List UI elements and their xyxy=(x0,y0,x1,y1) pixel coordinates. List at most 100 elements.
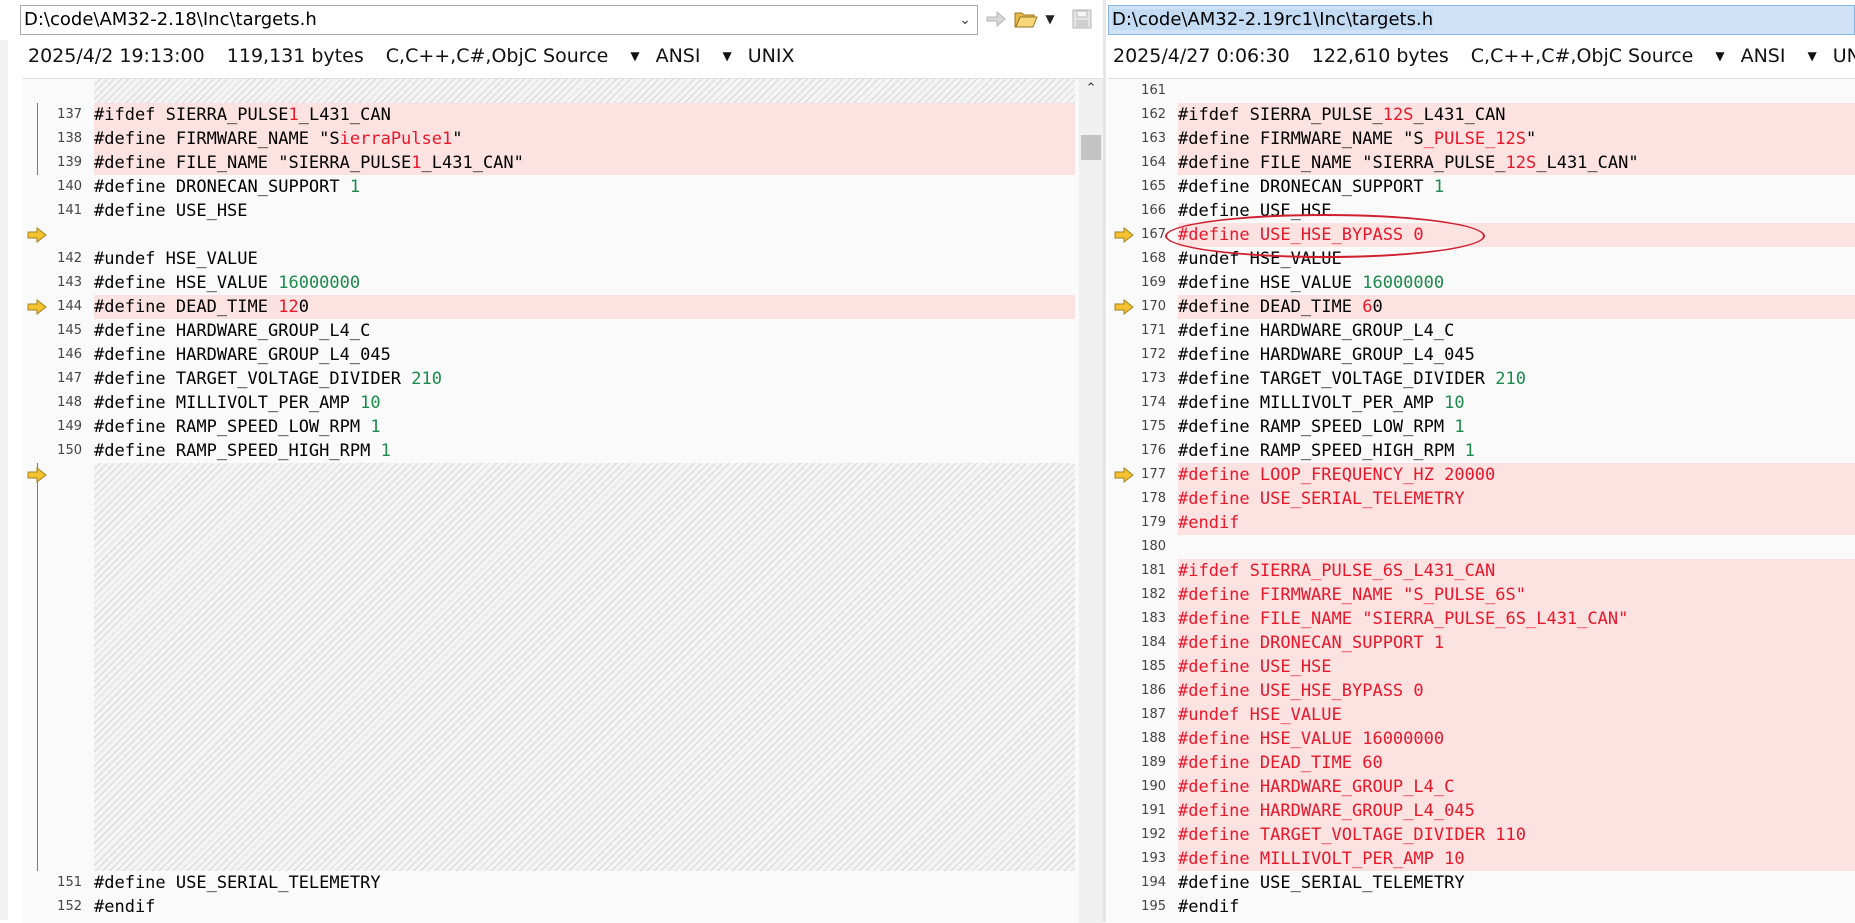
right-file-date: 2025/4/27 0:06:30 xyxy=(1113,45,1290,67)
code-line[interactable]: 164 #define FILE_NAME "SIERRA_PULSE_12S_L… xyxy=(1108,151,1855,175)
line-number: 191 xyxy=(1141,803,1166,818)
code-line[interactable]: 191 #define HARDWARE_GROUP_L4_045 xyxy=(1108,799,1855,823)
diff-arrow-icon[interactable] xyxy=(27,226,47,244)
code-line[interactable]: 174 #define MILLIVOLT_PER_AMP 10 xyxy=(1108,391,1855,415)
code-line[interactable]: 144 #define DEAD_TIME 120 xyxy=(22,295,1103,319)
code-line[interactable]: 162 #ifdef SIERRA_PULSE_12S_L431_CAN xyxy=(1108,103,1855,127)
line-number: 171 xyxy=(1141,323,1166,338)
code-line[interactable]: 194 #define USE_SERIAL_TELEMETRY xyxy=(1108,871,1855,895)
code-line[interactable]: 151 #define USE_SERIAL_TELEMETRY xyxy=(22,871,1103,895)
code-line[interactable]: 145 #define HARDWARE_GROUP_L4_C xyxy=(22,319,1103,343)
left-file-language[interactable]: C,C++,C#,ObjC Source xyxy=(386,45,609,67)
diff-arrow-icon[interactable] xyxy=(1114,298,1134,316)
code-line[interactable]: 177 #define LOOP_FREQUENCY_HZ 20000 xyxy=(1108,463,1855,487)
chevron-down-icon[interactable]: ▼ xyxy=(1715,49,1724,63)
code-line[interactable]: 180 xyxy=(1108,535,1855,559)
code-segment: #define HSE_VALUE xyxy=(1178,273,1363,293)
code-line[interactable]: 143 #define HSE_VALUE 16000000 xyxy=(22,271,1103,295)
open-folder-icon[interactable] xyxy=(1013,6,1039,32)
code-line[interactable]: 179 #endif xyxy=(1108,511,1855,535)
code-segment: #define FIRMWARE_NAME "S xyxy=(94,129,340,149)
code-line[interactable]: 138 #define FIRMWARE_NAME "SierraPulse1" xyxy=(22,127,1103,151)
code-line[interactable]: 152 #endif xyxy=(22,895,1103,919)
scrollbar-thumb[interactable] xyxy=(1081,135,1101,160)
code-segment: #define HARDWARE_GROUP_L4_045 xyxy=(94,345,391,365)
code-line[interactable]: 182 #define FIRMWARE_NAME "S_PULSE_6S" xyxy=(1108,583,1855,607)
line-number: 195 xyxy=(1141,899,1166,914)
code-segment: #define HSE_VALUE xyxy=(94,273,279,293)
left-file-path-combobox[interactable]: D:\code\AM32-2.18\Inc\targets.h ⌄ xyxy=(20,5,978,35)
chevron-down-icon[interactable]: ▼ xyxy=(630,49,639,63)
code-segment: 1 xyxy=(380,441,391,461)
code-line[interactable]: 171 #define HARDWARE_GROUP_L4_C xyxy=(1108,319,1855,343)
line-code: #define DRONECAN_SUPPORT 1 xyxy=(94,175,1075,199)
code-line[interactable]: 141 #define USE_HSE xyxy=(22,199,1103,223)
code-line[interactable]: 195 #endif xyxy=(1108,895,1855,919)
diff-arrow-icon[interactable] xyxy=(27,466,47,484)
line-code: #define FILE_NAME "SIERRA_PULSE_6S_L431_… xyxy=(1178,607,1855,631)
code-line[interactable]: 173 #define TARGET_VOLTAGE_DIVIDER 210 xyxy=(1108,367,1855,391)
right-file-path-field[interactable]: D:\code\AM32-2.19rc1\Inc\targets.h xyxy=(1108,5,1855,35)
line-code: #ifdef SIERRA_PULSE1_L431_CAN xyxy=(94,103,1075,127)
diff-arrow-icon[interactable] xyxy=(27,298,47,316)
code-line[interactable]: 170 #define DEAD_TIME 60 xyxy=(1108,295,1855,319)
code-line[interactable]: 149 #define RAMP_SPEED_LOW_RPM 1 xyxy=(22,415,1103,439)
goto-arrow-icon[interactable] xyxy=(983,6,1009,32)
line-number: 192 xyxy=(1141,827,1166,842)
left-file-encoding[interactable]: ANSI xyxy=(656,45,701,67)
code-line[interactable]: 165 #define DRONECAN_SUPPORT 1 xyxy=(1108,175,1855,199)
code-line[interactable]: 184 #define DRONECAN_SUPPORT 1 xyxy=(1108,631,1855,655)
code-line[interactable]: 178 #define USE_SERIAL_TELEMETRY xyxy=(1108,487,1855,511)
code-line[interactable]: 186 #define USE_HSE_BYPASS 0 xyxy=(1108,679,1855,703)
code-line[interactable]: 190 #define HARDWARE_GROUP_L4_C xyxy=(1108,775,1855,799)
line-code: #define RAMP_SPEED_LOW_RPM 1 xyxy=(94,415,1075,439)
code-line[interactable]: 169 #define HSE_VALUE 16000000 xyxy=(1108,271,1855,295)
code-line[interactable]: 161 xyxy=(1108,79,1855,103)
code-line[interactable]: 175 #define RAMP_SPEED_LOW_RPM 1 xyxy=(1108,415,1855,439)
chevron-down-icon[interactable]: ▼ xyxy=(1807,49,1816,63)
code-segment: " xyxy=(452,129,463,149)
right-editor[interactable]: 161 162 #ifdef SIERRA_PULSE_12S_L431_CAN 16… xyxy=(1108,78,1855,923)
code-line[interactable]: 147 #define TARGET_VOLTAGE_DIVIDER 210 xyxy=(22,367,1103,391)
diff-arrow-icon[interactable] xyxy=(1114,226,1134,244)
code-line[interactable]: 189 #define DEAD_TIME 60 xyxy=(1108,751,1855,775)
code-line[interactable]: 188 #define HSE_VALUE 16000000 xyxy=(1108,727,1855,751)
save-disk-icon[interactable] xyxy=(1069,6,1095,32)
code-line[interactable]: 176 #define RAMP_SPEED_HIGH_RPM 1 xyxy=(1108,439,1855,463)
code-line[interactable]: 150 #define RAMP_SPEED_HIGH_RPM 1 xyxy=(22,439,1103,463)
diff-arrow-icon[interactable] xyxy=(1114,466,1134,484)
line-number: 194 xyxy=(1141,875,1166,890)
code-line[interactable]: 137 #ifdef SIERRA_PULSE1_L431_CAN xyxy=(22,103,1103,127)
code-line[interactable]: 181 #ifdef SIERRA_PULSE_6S_L431_CAN xyxy=(1108,559,1855,583)
code-line[interactable]: 192 #define TARGET_VOLTAGE_DIVIDER 110 xyxy=(1108,823,1855,847)
left-file-eol[interactable]: UNIX xyxy=(748,45,795,67)
code-line[interactable]: 146 #define HARDWARE_GROUP_L4_045 xyxy=(22,343,1103,367)
left-editor[interactable]: 137 #ifdef SIERRA_PULSE1_L431_CAN 138 #defi… xyxy=(22,78,1103,923)
code-segment: #define RAMP_SPEED_HIGH_RPM xyxy=(1178,441,1465,461)
right-file-encoding[interactable]: ANSI xyxy=(1741,45,1786,67)
code-line[interactable]: 172 #define HARDWARE_GROUP_L4_045 xyxy=(1108,343,1855,367)
code-segment: #define TARGET_VOLTAGE_DIVIDER xyxy=(94,369,412,389)
line-code: #undef HSE_VALUE xyxy=(1178,703,1855,727)
code-line[interactable]: 148 #define MILLIVOLT_PER_AMP 10 xyxy=(22,391,1103,415)
chevron-down-icon[interactable]: ⌄ xyxy=(959,6,971,34)
code-line[interactable]: 163 #define FIRMWARE_NAME "S_PULSE_12S" xyxy=(1108,127,1855,151)
right-file-language[interactable]: C,C++,C#,ObjC Source xyxy=(1471,45,1694,67)
chevron-down-icon[interactable]: ▼ xyxy=(722,49,731,63)
scroll-up-icon[interactable]: ⌃ xyxy=(1079,81,1103,96)
pane-divider[interactable] xyxy=(1103,0,1106,922)
code-line[interactable]: 139 #define FILE_NAME "SIERRA_PULSE1_L431… xyxy=(22,151,1103,175)
line-code: #define USE_HSE xyxy=(94,199,1075,223)
code-line[interactable]: 193 #define MILLIVOLT_PER_AMP 10 xyxy=(1108,847,1855,871)
code-line[interactable]: 183 #define FILE_NAME "SIERRA_PULSE_6S_L4… xyxy=(1108,607,1855,631)
code-line[interactable]: 142 #undef HSE_VALUE xyxy=(22,247,1103,271)
code-segment: #define USE_SERIAL_TELEMETRY xyxy=(94,873,381,893)
code-line[interactable]: 140 #define DRONECAN_SUPPORT 1 xyxy=(22,175,1103,199)
code-line[interactable]: 187 #undef HSE_VALUE xyxy=(1108,703,1855,727)
code-segment: #define TARGET_VOLTAGE_DIVIDER xyxy=(1178,369,1496,389)
code-line[interactable]: 185 #define USE_HSE xyxy=(1108,655,1855,679)
line-number: 176 xyxy=(1141,443,1166,458)
right-file-eol[interactable]: UNIX xyxy=(1833,45,1855,67)
vertical-scrollbar[interactable]: ⌃ xyxy=(1079,79,1103,923)
folder-dropdown-icon[interactable]: ▼ xyxy=(1043,6,1057,32)
